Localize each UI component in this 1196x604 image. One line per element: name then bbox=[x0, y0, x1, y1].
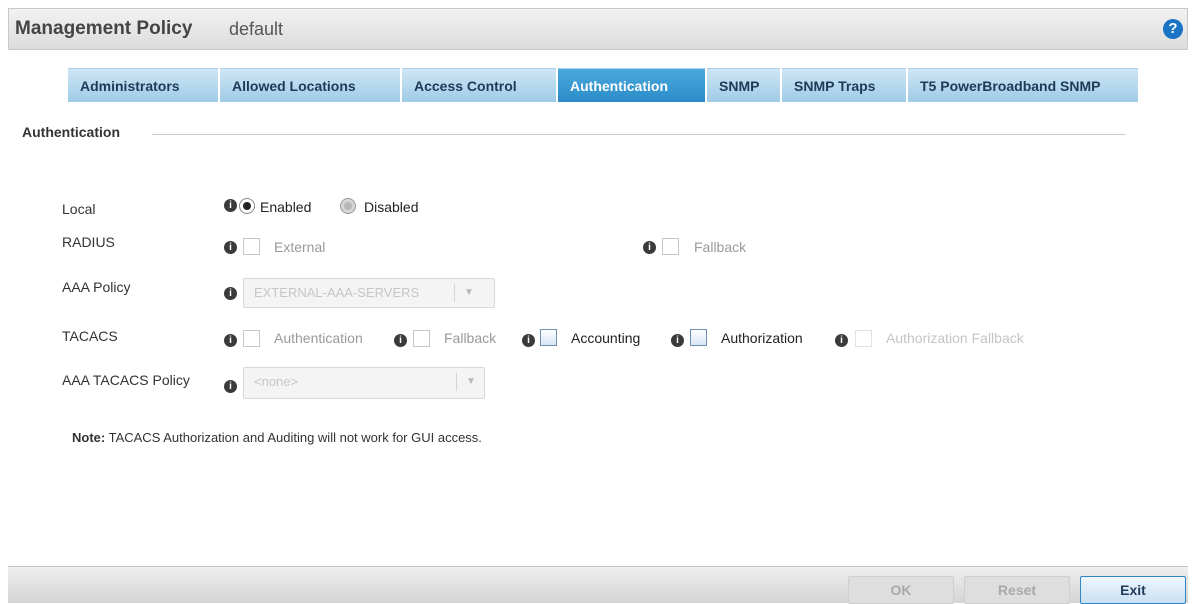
aaa-policy-label: AAA Policy bbox=[62, 279, 131, 295]
exit-button[interactable]: Exit bbox=[1080, 576, 1186, 604]
local-enabled-radio[interactable] bbox=[239, 198, 255, 214]
tacacs-fallback-checkbox[interactable] bbox=[413, 330, 430, 347]
note-text: Note: TACACS Authorization and Auditing … bbox=[72, 430, 482, 445]
policy-name: default bbox=[229, 19, 284, 39]
select-separator bbox=[456, 373, 457, 391]
local-disabled-radio[interactable] bbox=[340, 198, 356, 214]
tacacs-authentication-label: Authentication bbox=[274, 330, 363, 346]
tab-t5-powerbroadband-snmp[interactable]: T5 PowerBroadband SNMP bbox=[908, 68, 1138, 102]
tab-authentication[interactable]: Authentication bbox=[558, 68, 705, 102]
info-icon[interactable]: i bbox=[224, 199, 237, 212]
aaa-tacacs-policy-label: AAA TACACS Policy bbox=[62, 372, 190, 388]
info-icon[interactable]: i bbox=[224, 287, 237, 300]
tacacs-accounting-label: Accounting bbox=[571, 330, 641, 346]
radius-fallback-checkbox[interactable] bbox=[662, 238, 679, 255]
tacacs-accounting-checkbox[interactable] bbox=[540, 329, 557, 346]
local-disabled-label: Disabled bbox=[364, 199, 419, 215]
reset-button[interactable]: Reset bbox=[964, 576, 1070, 604]
info-icon[interactable]: i bbox=[522, 334, 535, 347]
tacacs-authorization-checkbox[interactable] bbox=[690, 329, 707, 346]
page-title: Management Policy bbox=[15, 18, 193, 39]
tacacs-authorization-fallback-label: Authorization Fallback bbox=[886, 330, 1024, 346]
radius-label: RADIUS bbox=[62, 234, 115, 250]
aaa-tacacs-policy-value: <none> bbox=[254, 374, 299, 389]
note-body: TACACS Authorization and Auditing will n… bbox=[105, 430, 482, 445]
info-icon[interactable]: i bbox=[224, 334, 237, 347]
select-separator bbox=[454, 284, 455, 302]
section-divider bbox=[152, 134, 1126, 135]
local-enabled-label: Enabled bbox=[260, 199, 312, 215]
radius-fallback-label: Fallback bbox=[694, 239, 747, 255]
tacacs-authorization-fallback-checkbox[interactable] bbox=[855, 330, 872, 347]
tacacs-authentication-checkbox[interactable] bbox=[243, 330, 260, 347]
tacacs-authorization-label: Authorization bbox=[721, 330, 803, 346]
aaa-policy-value: EXTERNAL-AAA-SERVERS bbox=[254, 285, 420, 300]
section-title: Authentication bbox=[22, 124, 120, 140]
local-label: Local bbox=[62, 201, 96, 217]
tacacs-label: TACACS bbox=[62, 328, 118, 344]
tab-access-control[interactable]: Access Control bbox=[402, 68, 556, 102]
info-icon[interactable]: i bbox=[835, 334, 848, 347]
help-icon[interactable]: ? bbox=[1163, 19, 1183, 39]
chevron-down-icon: ▼ bbox=[466, 376, 476, 387]
tab-administrators[interactable]: Administrators bbox=[68, 68, 218, 102]
note-prefix: Note: bbox=[72, 430, 106, 445]
tab-snmp[interactable]: SNMP bbox=[707, 68, 780, 102]
info-icon[interactable]: i bbox=[224, 380, 237, 393]
info-icon[interactable]: i bbox=[394, 334, 407, 347]
tab-allowed-locations[interactable]: Allowed Locations bbox=[220, 68, 400, 102]
tacacs-fallback-label: Fallback bbox=[444, 330, 497, 346]
info-icon[interactable]: i bbox=[671, 334, 684, 347]
aaa-policy-select[interactable]: EXTERNAL-AAA-SERVERS ▼ bbox=[243, 278, 495, 308]
radius-external-checkbox[interactable] bbox=[243, 238, 260, 255]
tab-snmp-traps[interactable]: SNMP Traps bbox=[782, 68, 906, 102]
chevron-down-icon: ▼ bbox=[464, 287, 474, 298]
ok-button[interactable]: OK bbox=[848, 576, 954, 604]
info-icon[interactable]: i bbox=[224, 241, 237, 254]
title-bar: Management Policy default ? bbox=[8, 8, 1188, 50]
radius-external-label: External bbox=[274, 239, 326, 255]
aaa-tacacs-policy-select[interactable]: <none> ▼ bbox=[243, 367, 485, 399]
tab-bar: Administrators Allowed Locations Access … bbox=[68, 68, 1140, 102]
info-icon[interactable]: i bbox=[643, 241, 656, 254]
